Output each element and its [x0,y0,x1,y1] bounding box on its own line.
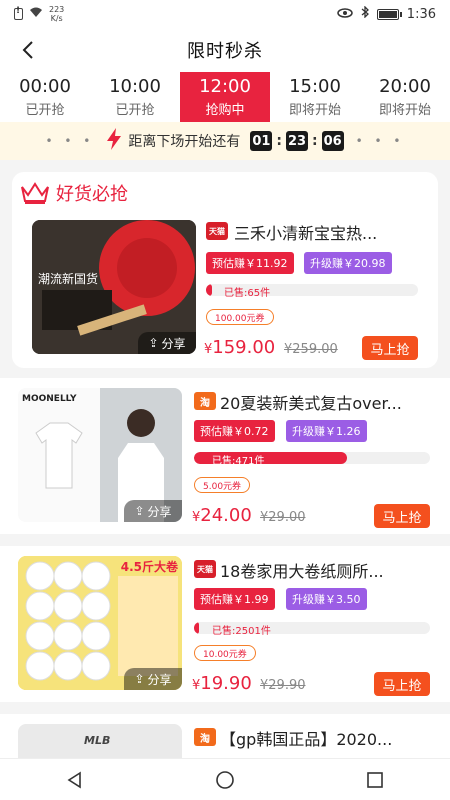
coupon-badge: 5.00元券 [194,477,251,493]
original-price: ¥29.90 [260,678,306,693]
estimated-earn-badge: 预估赚￥0.72 [194,420,275,442]
product-price: ¥19.90 [192,673,252,694]
clock-time: 1:36 [406,6,436,22]
bluetooth-icon [361,5,369,22]
network-speed: 223 K/s [49,5,65,23]
sold-progress-fill [194,622,199,634]
tab-status: 已开抢 [115,103,155,118]
grab-now-button[interactable]: 马上抢 [362,336,418,360]
sold-count: 已售:471件 [212,456,265,467]
nav-back-button[interactable] [55,760,95,800]
share-icon: ⇪ [134,672,145,686]
tab-1000[interactable]: 10:00 已开抢 [90,72,180,122]
product-image[interactable]: 4.5斤大卷 ⇪ 分享 [18,556,182,690]
tab-status: 已开抢 [25,103,65,118]
tmall-badge-icon: 天猫 [206,222,228,240]
image-caption: 4.5斤大卷 [120,560,178,574]
grab-now-button[interactable]: 马上抢 [374,672,430,696]
tab-time: 15:00 [289,76,341,97]
section-header: 好货必抢 [20,176,128,210]
sold-count: 已售:2501件 [212,626,271,637]
upgrade-earn-badge: 升级赚￥1.26 [286,420,367,442]
time-tabs: 00:00 已开抢 10:00 已开抢 12:00 抢购中 15:00 即将开始… [0,72,450,122]
sim-alert-icon [14,6,23,20]
estimated-earn-badge: 预估赚￥11.92 [206,252,294,274]
share-icon: ⇪ [148,336,159,350]
tab-status: 即将开始 [378,103,431,118]
tab-time: 12:00 [199,76,251,97]
coupon-badge: 10.00元券 [194,645,256,661]
nav-recents-button[interactable] [355,760,395,800]
share-label: 分享 [147,504,172,519]
share-button[interactable]: ⇪ 分享 [138,332,196,354]
countdown-hours: 01 [250,131,273,151]
image-caption: MOONELLY [22,394,77,404]
product-image[interactable]: MLB [18,724,182,758]
circle-home-icon [216,770,234,789]
system-nav-bar [0,758,450,800]
sold-count: 已售:65件 [224,288,271,299]
top-header: 限时秒杀 [0,28,450,72]
share-button[interactable]: ⇪ 分享 [124,500,182,522]
product-title[interactable]: 20夏装新美式复古over... [220,390,420,414]
tab-time: 20:00 [379,76,431,97]
price-value: 159.00 [212,337,276,358]
square-recents-icon [367,771,383,788]
section-title: 好货必抢 [56,184,128,205]
decor-dots: • • • [45,134,95,148]
product-title[interactable]: 三禾小清新宝宝热... [234,220,434,244]
page-title: 限时秒杀 [187,41,263,62]
upgrade-earn-badge: 升级赚￥20.98 [304,252,392,274]
decor-dots: • • • [355,134,405,148]
countdown-label: 距离下场开始还有 [128,134,241,150]
countdown-bar: • • • 距离下场开始还有 01 : 23 : 06 • • • [0,122,450,160]
share-label: 分享 [147,672,172,687]
tab-status: 抢购中 [205,103,245,118]
tab-time: 00:00 [19,76,71,97]
status-bar: 223 K/s 1:36 [0,0,450,28]
share-button[interactable]: ⇪ 分享 [124,668,182,690]
estimated-earn-badge: 预估赚￥1.99 [194,588,275,610]
eye-icon [337,7,353,22]
tab-1200[interactable]: 12:00 抢购中 [180,72,270,122]
product-title[interactable]: 【gp韩国正品】2020... [220,726,420,750]
chevron-left-icon [22,41,33,59]
price-value: 24.00 [200,505,252,526]
product-image[interactable]: MOONELLY ⇪ 分享 [18,388,182,522]
share-icon: ⇪ [134,504,145,518]
original-price: ¥29.00 [260,510,306,525]
sold-progress-fill [206,284,213,296]
triangle-back-icon [67,771,81,788]
product-image[interactable]: 潮流新国货 ⇪ 分享 [32,220,196,354]
tab-time: 10:00 [109,76,161,97]
tab-1500[interactable]: 15:00 即将开始 [270,72,360,122]
lightning-icon [106,127,122,155]
original-price: ¥259.00 [284,342,338,357]
share-label: 分享 [161,336,186,351]
image-caption: MLB [84,734,111,747]
product-price: ¥159.00 [204,337,275,358]
back-button[interactable] [14,36,42,64]
tab-2000[interactable]: 20:00 即将开始 [360,72,450,122]
tab-status: 即将开始 [288,103,341,118]
taobao-badge-icon: 淘 [194,728,216,746]
price-value: 19.90 [200,673,252,694]
product-title[interactable]: 18卷家用大卷纸厕所... [220,558,420,582]
grab-now-button[interactable]: 马上抢 [374,504,430,528]
countdown-sep: : [276,133,282,149]
image-caption: 潮流新国货 [38,272,99,286]
coupon-badge: 100.00元券 [206,309,274,325]
wifi-icon [29,7,43,21]
battery-icon [376,8,402,20]
upgrade-earn-badge: 升级赚￥3.50 [286,588,367,610]
taobao-badge-icon: 淘 [194,392,216,410]
countdown-seconds: 06 [321,131,344,151]
product-price: ¥24.00 [192,505,252,526]
crown-icon [21,182,49,204]
tmall-badge-icon: 天猫 [194,560,216,578]
tab-0000[interactable]: 00:00 已开抢 [0,72,90,122]
nav-home-button[interactable] [205,760,245,800]
countdown-minutes: 23 [286,131,308,151]
countdown-sep: : [312,133,318,149]
